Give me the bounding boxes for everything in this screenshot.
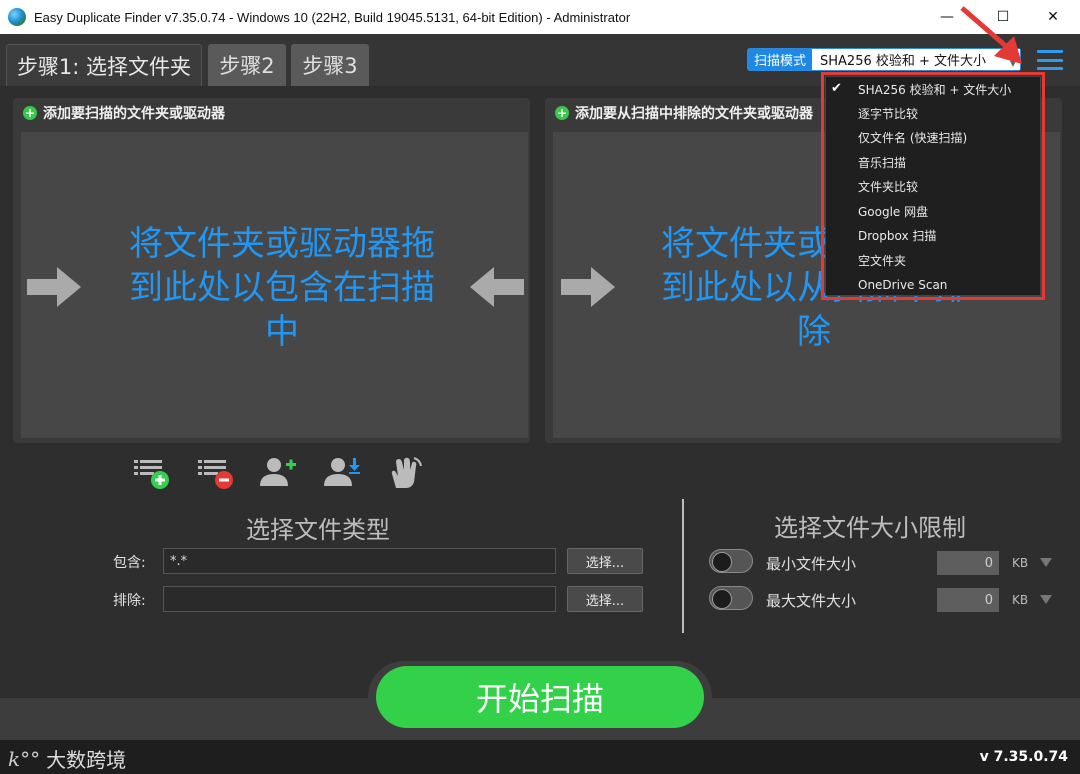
max-size-input[interactable]: 0	[937, 588, 999, 612]
chevron-down-icon[interactable]	[1040, 558, 1052, 567]
include-drop-zone[interactable]: 将文件夹或驱动器拖到此处以包含在扫描中	[21, 132, 528, 438]
include-drop-text: 将文件夹或驱动器拖到此处以包含在扫描中	[129, 224, 435, 352]
include-panel: + 添加要扫描的文件夹或驱动器 将文件夹或驱动器拖到此处以包含在扫描中	[13, 98, 530, 443]
include-label: 包含:	[113, 555, 146, 571]
section-divider	[682, 499, 684, 633]
include-panel-title: 添加要扫描的文件夹或驱动器	[43, 106, 225, 122]
arrow-left-icon	[470, 267, 524, 307]
exclude-types-input[interactable]	[163, 586, 556, 612]
start-scan-button[interactable]: 开始扫描	[376, 666, 704, 728]
tab-step1[interactable]: 步骤1: 选择文件夹	[6, 44, 202, 86]
watermark-logo-icon: k°°	[8, 746, 41, 771]
min-size-unit: KB	[1012, 556, 1029, 570]
min-size-label: 最小文件大小	[766, 555, 857, 573]
chevron-down-icon[interactable]	[1040, 595, 1052, 604]
max-size-toggle[interactable]	[709, 586, 753, 610]
exclude-panel-title: 添加要从扫描中排除的文件夹或驱动器	[575, 106, 813, 122]
tab-step2[interactable]: 步骤2	[208, 44, 286, 86]
close-button[interactable]: ✕	[1030, 0, 1076, 34]
red-arrow-icon	[960, 6, 1022, 64]
add-list-icon[interactable]	[130, 454, 170, 490]
hamburger-menu-icon[interactable]	[1037, 50, 1063, 70]
add-circle-icon[interactable]: +	[555, 106, 569, 120]
remove-list-icon[interactable]	[194, 454, 234, 490]
highlight-box	[821, 72, 1045, 300]
exclude-select-button[interactable]: 选择...	[567, 586, 643, 612]
max-size-label: 最大文件大小	[766, 592, 857, 610]
hand-pointer-icon[interactable]	[386, 454, 426, 490]
include-select-button[interactable]: 选择...	[567, 548, 643, 574]
file-types-title: 选择文件类型	[246, 516, 390, 544]
title-bar: Easy Duplicate Finder v7.35.0.74 - Windo…	[0, 0, 1080, 34]
app-globe-icon	[8, 8, 26, 26]
max-size-unit: KB	[1012, 593, 1029, 607]
scan-mode-label: 扫描模式	[754, 54, 807, 69]
status-bar: k°° 大数跨境 v 7.35.0.74	[0, 740, 1080, 774]
arrow-right-icon	[27, 267, 81, 307]
add-user-icon[interactable]	[258, 454, 298, 490]
include-types-input[interactable]: *.*	[163, 548, 556, 574]
tab-step3[interactable]: 步骤3	[291, 44, 369, 86]
start-button-frame: 开始扫描	[368, 661, 712, 733]
watermark-text: 大数跨境	[46, 748, 127, 772]
file-size-title: 选择文件大小限制	[774, 514, 966, 542]
arrow-right-icon	[561, 267, 615, 307]
download-user-icon[interactable]	[322, 454, 362, 490]
exclude-label: 排除:	[113, 593, 146, 609]
folder-toolbar	[130, 454, 426, 490]
add-circle-icon[interactable]: +	[23, 106, 37, 120]
include-panel-header: + 添加要扫描的文件夹或驱动器	[13, 98, 530, 128]
watermark: k°° 大数跨境	[8, 744, 126, 773]
min-size-toggle[interactable]	[709, 549, 753, 573]
min-size-input[interactable]: 0	[937, 551, 999, 575]
window-title: Easy Duplicate Finder v7.35.0.74 - Windo…	[34, 9, 631, 25]
version-label: v 7.35.0.74	[979, 749, 1068, 765]
